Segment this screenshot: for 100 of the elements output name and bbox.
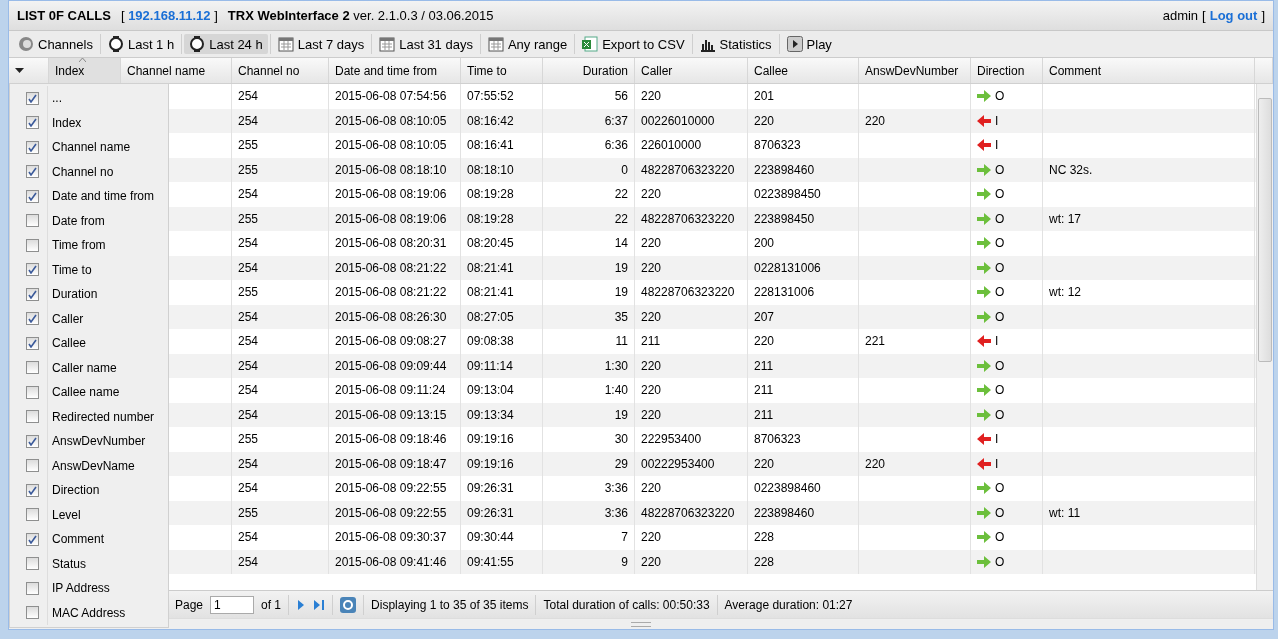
column-header[interactable]: Channel no <box>232 58 329 83</box>
table-cell: 08:21:41 <box>461 280 543 305</box>
menu-item[interactable]: Direction <box>10 478 168 503</box>
checkbox[interactable] <box>26 557 39 571</box>
checkbox[interactable] <box>26 532 39 546</box>
menu-item[interactable]: Comment <box>10 527 168 552</box>
page-field[interactable]: 1 <box>210 595 255 614</box>
checkbox[interactable] <box>26 189 39 203</box>
menu-item[interactable]: Channel name <box>10 135 168 160</box>
table-cell: 254 <box>232 549 329 574</box>
toolbar-button[interactable]: Any range <box>482 34 573 54</box>
menu-item[interactable]: ... <box>10 86 168 111</box>
menu-item[interactable]: Callee <box>10 331 168 356</box>
table-cell: 6:36 <box>543 133 635 158</box>
column-header[interactable]: Index <box>49 58 121 83</box>
table-cell: 211 <box>748 378 859 403</box>
checkbox[interactable] <box>26 312 39 326</box>
displaying-text: Displaying 1 to 35 of 35 items <box>371 597 529 612</box>
checkbox[interactable] <box>26 606 39 620</box>
menu-item[interactable]: Time from <box>10 233 168 258</box>
table-cell: 0223898450 <box>748 182 859 207</box>
table-cell: 228131006 <box>748 280 859 305</box>
menu-item[interactable]: Index <box>10 110 168 135</box>
checkbox[interactable] <box>26 434 39 448</box>
toolbar-button[interactable]: Statistics <box>694 34 777 54</box>
resize-grip[interactable] <box>631 621 651 627</box>
menu-item[interactable]: Duration <box>10 282 168 307</box>
calendar-icon <box>487 36 504 52</box>
menu-item[interactable]: Time to <box>10 257 168 282</box>
menu-item[interactable]: Channel no <box>10 159 168 184</box>
table-cell: 09:26:31 <box>461 476 543 501</box>
table-cell: 221 <box>859 329 971 354</box>
table-cell: 211 <box>635 329 748 354</box>
right-arrow-icon <box>977 286 991 299</box>
menu-item[interactable]: Date and time from <box>10 184 168 209</box>
dropdown-caret-icon <box>15 68 24 73</box>
table-cell: 0223898460 <box>748 476 859 501</box>
table-cell: 7 <box>543 525 635 550</box>
menu-item[interactable]: IP Address <box>10 576 168 601</box>
menu-item[interactable]: Callee name <box>10 380 168 405</box>
menu-item[interactable]: Level <box>10 502 168 527</box>
checkbox[interactable] <box>26 238 39 252</box>
scrollbar[interactable] <box>1256 84 1273 590</box>
checkbox[interactable] <box>26 91 39 105</box>
toolbar-button[interactable]: Play <box>781 34 837 54</box>
column-header[interactable]: AnswDevNumber <box>859 58 971 83</box>
menu-item[interactable]: Caller name <box>10 355 168 380</box>
checkbox[interactable] <box>26 165 39 179</box>
toolbar-button[interactable]: Channels <box>13 34 98 54</box>
checkbox[interactable] <box>26 287 39 301</box>
checkbox[interactable] <box>26 263 39 277</box>
bracket: ] <box>1261 8 1265 23</box>
table-cell: 200 <box>748 231 859 256</box>
logout-link[interactable]: Log out <box>1209 8 1258 23</box>
toolbar-button[interactable]: Last 24 h <box>184 34 268 54</box>
table-cell: 09:08:38 <box>461 329 543 354</box>
last-page-icon[interactable] <box>313 598 326 611</box>
direction-cell: O <box>971 231 1043 256</box>
toolbar-button[interactable]: Last 31 days <box>374 34 478 54</box>
toolbar-button[interactable]: Last 7 days <box>272 34 370 54</box>
column-header[interactable]: Caller <box>635 58 748 83</box>
checkbox[interactable] <box>26 361 39 375</box>
checkbox[interactable] <box>26 483 39 497</box>
table-cell: 2015-06-08 08:19:06 <box>329 182 461 207</box>
checkbox[interactable] <box>26 385 39 399</box>
menu-item[interactable]: Redirected number <box>10 404 168 429</box>
checkbox[interactable] <box>26 140 39 154</box>
checkbox[interactable] <box>26 410 39 424</box>
menu-item[interactable]: Date from <box>10 208 168 233</box>
checkbox[interactable] <box>26 581 39 595</box>
table-cell: 254 <box>232 476 329 501</box>
right-arrow-icon <box>977 261 991 274</box>
table-cell: 254 <box>232 329 329 354</box>
host-link[interactable]: 192.168.11.12 <box>128 8 211 23</box>
checkbox[interactable] <box>26 459 39 473</box>
toolbar-button[interactable]: Last 1 h <box>102 34 180 54</box>
column-header[interactable]: Time to <box>461 58 543 83</box>
right-arrow-icon <box>977 408 991 421</box>
table-cell: 220 <box>635 231 748 256</box>
column-header[interactable]: Duration <box>543 58 635 83</box>
average-duration: Average duration: 01:27 <box>724 597 853 612</box>
menu-item[interactable]: Caller <box>10 306 168 331</box>
column-header[interactable]: Comment <box>1043 58 1255 83</box>
checkbox[interactable] <box>26 508 39 522</box>
refresh-icon[interactable] <box>340 596 357 613</box>
column-header[interactable]: Callee <box>748 58 859 83</box>
right-arrow-icon <box>977 482 991 495</box>
menu-item[interactable]: MAC Address <box>10 600 168 625</box>
column-header[interactable]: Direction <box>971 58 1043 83</box>
table-cell: 19 <box>543 280 635 305</box>
column-header[interactable]: Date and time from <box>329 58 461 83</box>
menu-item[interactable]: Status <box>10 551 168 576</box>
checkbox[interactable] <box>26 116 39 130</box>
toolbar-button[interactable]: Export to CSV <box>577 34 690 54</box>
menu-item[interactable]: AnswDevNumber <box>10 429 168 454</box>
direction-cell: I <box>971 329 1043 354</box>
menu-item[interactable]: AnswDevName <box>10 453 168 478</box>
direction-cell: I <box>971 133 1043 158</box>
checkbox[interactable] <box>26 336 39 350</box>
checkbox[interactable] <box>26 214 39 228</box>
